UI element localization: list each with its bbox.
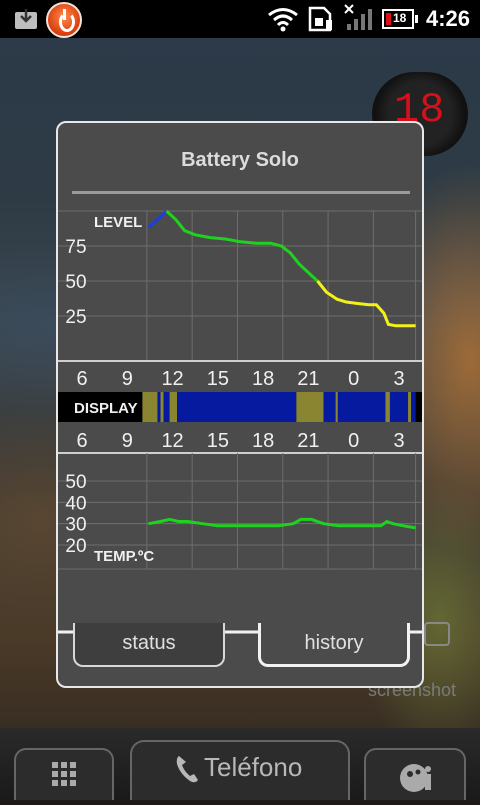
history-chart: LEVEL 75 50 25 6 9 12 15 18 21 0 3 DISPLAY 6 9 12 15 18 21… bbox=[58, 209, 422, 570]
personalize-icon bbox=[400, 764, 431, 792]
display-segment bbox=[142, 392, 158, 422]
x-tick-label-top: 0 bbox=[348, 368, 359, 390]
grid-icon bbox=[52, 762, 76, 786]
x-tick-label-bottom: 12 bbox=[161, 430, 183, 452]
display-segment bbox=[411, 392, 416, 422]
x-tick-label-bottom: 0 bbox=[348, 430, 359, 452]
display-segment bbox=[408, 392, 412, 422]
sim-icon bbox=[308, 6, 334, 37]
display-segment bbox=[385, 392, 390, 422]
personalize-button[interactable] bbox=[364, 748, 466, 800]
phone-button[interactable]: Teléfono bbox=[130, 740, 350, 800]
battery-level-text: 18 bbox=[393, 11, 407, 25]
signal-icon bbox=[344, 4, 374, 37]
x-tick-label-bottom: 9 bbox=[122, 430, 133, 452]
display-segment bbox=[335, 392, 338, 422]
status-time: 4:26 bbox=[425, 6, 470, 31]
level-y-tick: 50 bbox=[65, 272, 86, 293]
display-label: DISPLAY bbox=[74, 400, 138, 417]
temp-y-tick: 50 bbox=[65, 472, 86, 493]
display-segment bbox=[160, 392, 164, 422]
x-tick-label-bottom: 15 bbox=[207, 430, 229, 452]
x-tick-label-top: 15 bbox=[207, 368, 229, 390]
display-segment bbox=[177, 392, 297, 422]
camera-icon bbox=[424, 622, 450, 646]
x-tick-label-top: 3 bbox=[393, 368, 404, 390]
temp-y-tick: 40 bbox=[65, 493, 86, 514]
temp-label: TEMP.ºC bbox=[94, 548, 154, 565]
wifi-icon bbox=[266, 6, 300, 37]
level-y-tick: 25 bbox=[65, 307, 86, 328]
x-tick-label-bottom: 3 bbox=[393, 430, 404, 452]
display-segment bbox=[389, 392, 409, 422]
battery-dialog: Battery Solo LEVEL 75 50 25 6 9 12 15 18 21 0 3 DISP… bbox=[56, 121, 424, 688]
x-tick-label-bottom: 6 bbox=[76, 430, 87, 452]
display-segment bbox=[296, 392, 324, 422]
x-tick-label-bottom: 18 bbox=[252, 430, 274, 452]
all-apps-button[interactable] bbox=[14, 748, 114, 800]
temp-y-tick: 30 bbox=[65, 515, 86, 536]
phone-icon bbox=[176, 756, 198, 783]
download-icon bbox=[14, 6, 38, 30]
level-y-tick: 75 bbox=[65, 237, 86, 258]
display-segment bbox=[323, 392, 336, 422]
display-segment bbox=[163, 392, 170, 422]
x-tick-label-top: 9 bbox=[122, 368, 133, 390]
x-tick-label-top: 18 bbox=[252, 368, 274, 390]
x-tick-label-top: 12 bbox=[161, 368, 183, 390]
temp-y-tick: 20 bbox=[65, 536, 86, 557]
x-tick-label-top: 21 bbox=[297, 368, 319, 390]
battery-icon: 18 bbox=[382, 9, 418, 29]
display-segment bbox=[337, 392, 386, 422]
level-panel-bg bbox=[58, 211, 422, 361]
x-tick-label-bottom: 21 bbox=[297, 430, 319, 452]
status-bar: 18 4:26 bbox=[0, 0, 480, 38]
level-label: LEVEL bbox=[94, 214, 142, 231]
phone-button-label: Teléfono bbox=[204, 752, 303, 782]
display-segment bbox=[169, 392, 178, 422]
x-tick-label-top: 6 bbox=[76, 368, 87, 390]
tab-status[interactable]: status bbox=[73, 623, 225, 667]
app-power-icon[interactable] bbox=[46, 2, 82, 38]
tab-history[interactable]: history bbox=[258, 623, 410, 667]
display-segment bbox=[157, 392, 161, 422]
